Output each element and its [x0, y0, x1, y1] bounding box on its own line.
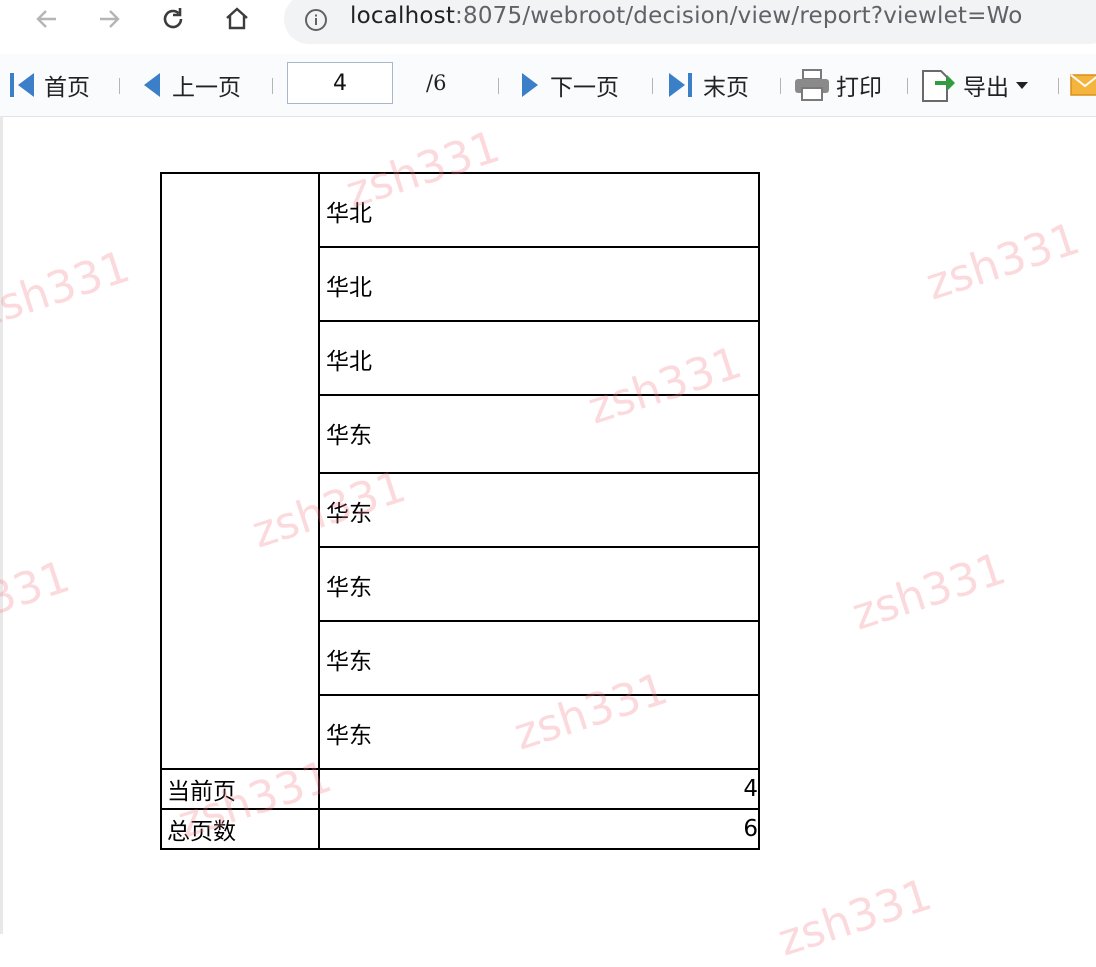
page-number-input[interactable]: [287, 62, 393, 104]
left-border: [0, 116, 3, 934]
current-page-row: 当前页 4: [160, 768, 760, 810]
browser-toolbar: localhost:8075/webroot/decision/view/rep…: [0, 0, 1096, 55]
first-page-icon: [10, 73, 34, 97]
total-pages-label: 总页数: [160, 808, 320, 850]
region-cell: 华北: [318, 320, 760, 396]
region-cell: 华东: [318, 472, 760, 548]
home-icon: [226, 7, 248, 30]
region-text: 华东: [326, 575, 372, 601]
total-pages-row: 总页数 6: [160, 808, 760, 850]
toolbar-divider: [1058, 78, 1059, 94]
export-icon: [922, 70, 955, 102]
report-table: 华北 华北 华北 华东 华东 华东 华东 华东 当前页 4 总页数 6: [160, 172, 760, 850]
current-page-label: 当前页: [160, 768, 320, 810]
report-toolbar: 首页 上一页 /6 下一页 末页 打印 导出: [0, 54, 1096, 117]
printer-icon: [795, 69, 829, 101]
last-page-button[interactable]: 末页: [667, 70, 749, 101]
page-total: /6: [426, 71, 447, 95]
toolbar-divider: [498, 78, 499, 94]
region-text: 华东: [326, 649, 372, 675]
prev-page-button[interactable]: 上一页: [142, 70, 241, 101]
arrow-left-icon: [36, 10, 56, 28]
table-row: 华北: [160, 172, 760, 770]
print-button[interactable]: 打印: [794, 69, 882, 101]
export-label: 导出: [963, 75, 1009, 101]
last-page-icon: [669, 73, 692, 97]
first-page-label: 首页: [44, 75, 90, 101]
home-button[interactable]: [220, 2, 254, 36]
reload-button[interactable]: [156, 2, 190, 36]
next-page-label: 下一页: [550, 75, 619, 101]
prev-page-label: 上一页: [172, 75, 241, 101]
region-cell: 华东: [318, 546, 760, 622]
last-page-label: 末页: [703, 75, 749, 101]
watermark: zsh331: [772, 869, 938, 967]
watermark: zsh331: [920, 213, 1086, 311]
mail-icon: [1070, 74, 1096, 96]
toolbar-divider: [907, 78, 908, 94]
export-button[interactable]: 导出: [921, 70, 1035, 102]
current-page-value: 4: [318, 768, 760, 810]
toolbar-divider: [780, 78, 781, 94]
region-text: 华东: [326, 423, 372, 449]
address-bar[interactable]: localhost:8075/webroot/decision/view/rep…: [284, 0, 1096, 44]
watermark: zsh331: [0, 551, 76, 649]
region-text: 华北: [326, 275, 372, 301]
url-text[interactable]: localhost:8075/webroot/decision/view/rep…: [350, 3, 1022, 29]
region-text: 华北: [326, 201, 372, 227]
region-cell: 华北: [318, 172, 760, 248]
first-page-button[interactable]: 首页: [8, 70, 90, 101]
region-text: 华东: [326, 723, 372, 749]
url-path: :8075/webroot/decision/view/report?viewl…: [455, 3, 1023, 29]
email-button[interactable]: [1070, 70, 1096, 100]
total-pages-value: 6: [318, 808, 760, 850]
caret-down-icon: [1016, 82, 1028, 89]
toolbar-divider: [652, 78, 653, 94]
region-cell: 华东: [318, 620, 760, 696]
toolbar-divider: [272, 78, 273, 94]
url-host: localhost: [350, 3, 456, 29]
toolbar-divider: [119, 78, 120, 94]
forward-button[interactable]: [92, 2, 126, 36]
watermark: zsh331: [846, 543, 1012, 641]
blank-merged-cell: [160, 172, 320, 770]
region-cell: 华东: [318, 694, 760, 770]
info-icon[interactable]: [304, 8, 328, 32]
back-button[interactable]: [30, 2, 64, 36]
region-text: 华东: [326, 501, 372, 527]
print-label: 打印: [836, 75, 882, 101]
region-text: 华北: [326, 349, 372, 375]
region-cell: 华北: [318, 246, 760, 322]
watermark: zsh331: [0, 241, 136, 339]
prev-page-icon: [144, 73, 160, 97]
reload-icon: [163, 8, 183, 29]
region-cell: 华东: [318, 394, 760, 474]
arrow-right-icon: [100, 10, 120, 28]
next-page-button[interactable]: 下一页: [518, 70, 619, 101]
next-page-icon: [522, 73, 538, 97]
